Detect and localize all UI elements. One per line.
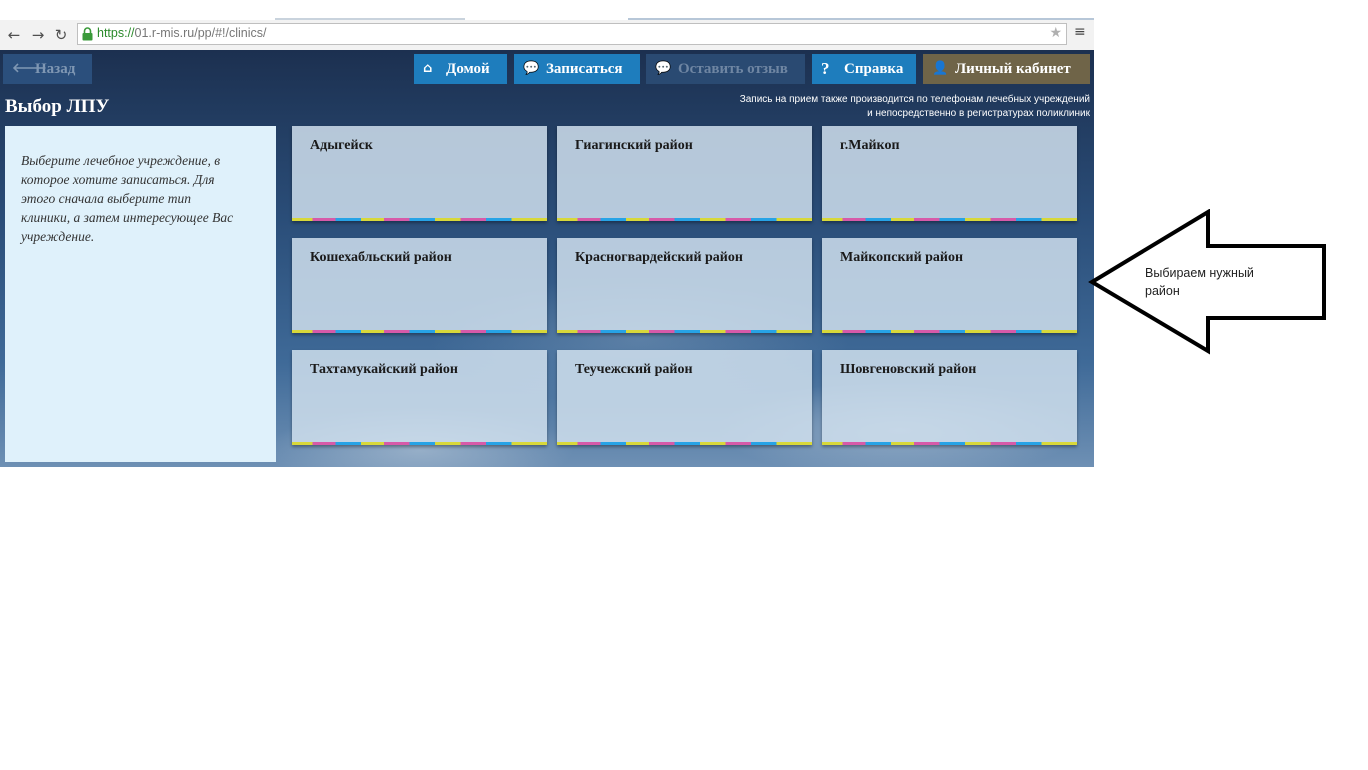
tile-stripe <box>292 442 547 445</box>
question-icon: ? <box>821 59 830 78</box>
bookmark-star-icon[interactable]: ★ <box>1049 25 1062 41</box>
personal-cabinet-button[interactable]: 👤 Личный кабинет <box>923 54 1090 84</box>
tile-stripe <box>557 442 812 445</box>
district-tile[interactable]: Гиагинский район <box>557 126 812 221</box>
instruction-text: Выберите лечебное учреждение, в которое … <box>21 153 234 244</box>
instruction-panel: Выберите лечебное учреждение, в которое … <box>5 126 276 462</box>
leave-review-button[interactable]: 💬 Оставить отзыв <box>646 54 805 84</box>
speech-bubble-icon: 💬 <box>655 61 672 76</box>
tile-stripe <box>292 330 547 333</box>
district-name: Шовгеновский район <box>840 362 977 377</box>
notice-line: Запись на прием также производится по те… <box>739 94 1090 105</box>
district-tile[interactable]: Красногвардейский район <box>557 238 812 333</box>
annotation-text: Выбираем нужный район <box>1145 264 1254 300</box>
menu-icon[interactable]: ≡ <box>1074 24 1086 40</box>
tab-strip <box>0 0 1094 20</box>
address-bar[interactable]: https://01.r-mis.ru/pp/#!/clinics/ ★ <box>77 23 1067 45</box>
district-tile[interactable]: Кошехабльский район <box>292 238 547 333</box>
browser-toolbar: ← → ↻ https://01.r-mis.ru/pp/#!/clinics/… <box>0 20 1094 51</box>
district-tile[interactable]: г.Майкоп <box>822 126 1077 221</box>
leave-review-button-label: Оставить отзыв <box>678 61 788 77</box>
user-icon: 👤 <box>932 61 949 76</box>
district-tile[interactable]: Теучежский район <box>557 350 812 445</box>
help-button-label: Справка <box>844 61 904 77</box>
notice-line: и непосредственно в регистратурах поликл… <box>867 107 1090 119</box>
help-button[interactable]: ? Справка <box>812 54 916 84</box>
page-title: Выбор ЛПУ <box>5 96 110 117</box>
tile-stripe <box>292 218 547 221</box>
district-name: Кошехабльский район <box>310 250 452 265</box>
url-text: https://01.r-mis.ru/pp/#!/clinics/ <box>97 26 267 40</box>
forward-arrow-icon[interactable]: → <box>28 24 48 46</box>
district-name: Теучежский район <box>575 362 693 377</box>
reload-icon[interactable]: ↻ <box>51 24 71 46</box>
browser-chrome: ← → ↻ https://01.r-mis.ru/pp/#!/clinics/… <box>0 0 1094 51</box>
home-button-label: Домой <box>446 61 490 77</box>
district-name: Гиагинский район <box>575 138 693 153</box>
district-name: Красногвардейский район <box>575 250 743 265</box>
url-scheme: https:// <box>97 26 135 40</box>
sign-up-button-label: Записаться <box>546 61 623 77</box>
district-tile[interactable]: Адыгейск <box>292 126 547 221</box>
speech-bubble-icon: 💬 <box>523 61 540 76</box>
arrow-left-icon: 🡐 <box>12 61 47 76</box>
appointment-notice: Запись на прием также производится по те… <box>740 93 1090 120</box>
home-icon: ⌂ <box>423 61 433 76</box>
tile-stripe <box>822 330 1077 333</box>
back-button[interactable]: 🡐 Назад <box>3 54 92 84</box>
district-name: г.Майкоп <box>840 138 900 153</box>
url-path: 01.r-mis.ru/pp/#!/clinics/ <box>134 26 267 40</box>
annotation-line: Выбираем нужный <box>1145 266 1254 280</box>
district-tile[interactable]: Майкопский район <box>822 238 1077 333</box>
tile-stripe <box>557 330 812 333</box>
tile-stripe <box>822 442 1077 445</box>
site-content: 🡐 Назад ⌂ Домой 💬 Записаться 💬 Оставить … <box>0 50 1094 467</box>
sign-up-button[interactable]: 💬 Записаться <box>514 54 640 84</box>
back-arrow-icon[interactable]: ← <box>4 24 24 46</box>
district-tile[interactable]: Шовгеновский район <box>822 350 1077 445</box>
district-tile[interactable]: Тахтамукайский район <box>292 350 547 445</box>
tile-stripe <box>822 218 1077 221</box>
district-name: Адыгейск <box>310 138 373 153</box>
tile-stripe <box>557 218 812 221</box>
home-button[interactable]: ⌂ Домой <box>414 54 507 84</box>
district-name: Майкопский район <box>840 250 964 265</box>
personal-cabinet-button-label: Личный кабинет <box>955 61 1071 77</box>
annotation-line: район <box>1145 284 1180 298</box>
lock-icon <box>82 27 93 41</box>
district-name: Тахтамукайский район <box>310 362 458 377</box>
